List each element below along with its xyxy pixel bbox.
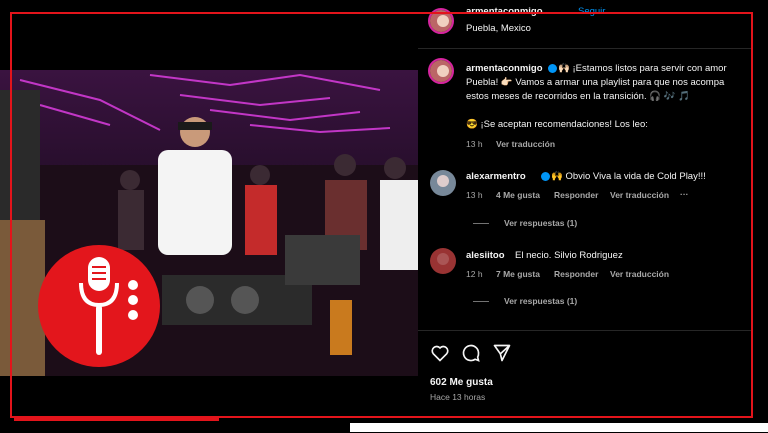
- follow-button[interactable]: Seguir: [578, 5, 605, 18]
- view-replies-link[interactable]: Ver respuestas (1): [504, 217, 577, 230]
- caption-line3: estos meses de recorridos en la transici…: [466, 91, 690, 102]
- post-header: armentaconmigo Seguir Puebla, Mexico: [418, 0, 753, 49]
- caption-line4: 😎 ¡Se aceptan recomendaciones! Los leo:: [466, 119, 648, 130]
- view-replies-link[interactable]: Ver respuestas (1): [504, 295, 577, 308]
- translate-link[interactable]: Ver traducción: [610, 189, 669, 202]
- red-underline: [14, 418, 219, 421]
- caption-avatar[interactable]: [428, 58, 454, 84]
- header-location[interactable]: Puebla, Mexico: [466, 22, 531, 35]
- bottom-white-bar: [350, 423, 768, 432]
- caption-username[interactable]: armentaconmigo: [466, 62, 543, 75]
- microphone-icon: [79, 257, 138, 355]
- header-username[interactable]: armentaconmigo: [466, 5, 543, 18]
- post-time: Hace 13 horas: [430, 392, 486, 402]
- likes-count[interactable]: 602 Me gusta: [430, 376, 493, 389]
- comment-text: El necio. Silvio Rodriguez: [515, 250, 623, 261]
- verified-icon: [548, 64, 557, 73]
- comment-avatar[interactable]: [430, 170, 456, 196]
- caption-line1: 🙌🏻 ¡Estamos listos para servir con amor: [558, 63, 727, 74]
- comment-icon[interactable]: [461, 343, 481, 363]
- comment-text: 🙌 Obvio Viva la vida de Cold Play!!!: [551, 171, 706, 182]
- caption-time: 13 h: [466, 139, 483, 149]
- translate-link[interactable]: Ver traducción: [610, 268, 669, 281]
- comment-likes[interactable]: 4 Me gusta: [496, 189, 540, 202]
- avatar[interactable]: [428, 8, 454, 34]
- reply-button[interactable]: Responder: [554, 268, 598, 281]
- post-panel: armentaconmigo Seguir Puebla, Mexico arm…: [418, 0, 753, 432]
- comment-username[interactable]: alexarmentro: [466, 170, 526, 183]
- heart-icon[interactable]: [430, 343, 450, 363]
- action-bar: 602 Me gusta Hace 13 horas: [418, 330, 753, 433]
- caption-line2: Puebla! 👉🏻 Vamos a armar una playlist pa…: [466, 77, 725, 88]
- share-icon[interactable]: [492, 343, 512, 363]
- caption-translate-link[interactable]: Ver traducción: [496, 138, 555, 151]
- comment-time: 12 h: [466, 269, 483, 279]
- comment-username[interactable]: alesiitoo: [466, 249, 505, 262]
- replies-line: [473, 301, 489, 302]
- verified-icon: [541, 172, 550, 181]
- comment-time: 13 h: [466, 190, 483, 200]
- reply-button[interactable]: Responder: [554, 189, 598, 202]
- comment-likes[interactable]: 7 Me gusta: [496, 268, 540, 281]
- comment-avatar[interactable]: [430, 248, 456, 274]
- microphone-badge: [38, 245, 160, 367]
- replies-line: [473, 223, 489, 224]
- more-options-icon[interactable]: ···: [680, 188, 689, 201]
